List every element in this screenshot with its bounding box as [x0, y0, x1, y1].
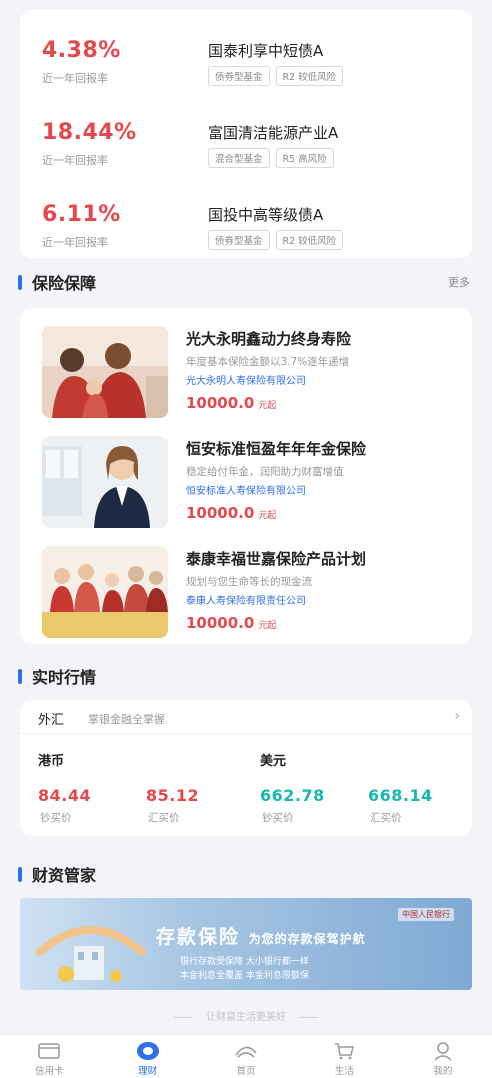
insurance-item[interactable]: 泰康幸福世嘉保险产品计划 规划与您生命等长的现金流 泰康人寿保险有限责任公司 1…	[20, 532, 472, 642]
insurance-item[interactable]: 光大永明鑫动力终身寿险 年度基本保险金额以3.7%逐年递增 光大永明人寿保险有限…	[20, 312, 472, 422]
insurance-name: 光大永明鑫动力终身寿险	[186, 330, 352, 348]
insurance-company: 泰康人寿保险有限责任公司	[186, 596, 306, 607]
market-tab-bar[interactable]: 外汇 掌银金融全掌握 ›	[20, 700, 472, 734]
section-title: 保险保障	[32, 274, 97, 293]
insurance-desc: 规划与您生命等长的现金流	[186, 576, 312, 588]
section-accent-bar	[18, 668, 22, 684]
multigeneration-family-photo	[42, 546, 168, 638]
fund-name: 国投中高等级债A	[208, 206, 324, 224]
fund-type-tag: 债券型基金	[208, 66, 270, 86]
chevron-right-icon[interactable]: ›	[454, 708, 460, 724]
businesswoman-photo	[42, 436, 168, 528]
currency-name-usd: 美元	[260, 754, 287, 769]
hkd-transfer-buy-label: 汇买价	[148, 812, 180, 824]
fund-rate-label: 近一年回报率	[42, 72, 108, 85]
section-title: 财资管家	[32, 866, 97, 885]
wealth-icon	[136, 1041, 160, 1061]
usd-cash-buy-value: 662.78	[260, 786, 325, 805]
fund-risk-tag: R2 较低风险	[275, 230, 344, 250]
insurance-name: 泰康幸福世嘉保险产品计划	[186, 550, 367, 568]
usd-cash-buy-label: 钞买价	[262, 812, 294, 824]
umbrella-house-illustration	[36, 926, 146, 982]
fund-rate: 4.38%	[42, 38, 121, 63]
insurance-item[interactable]: 恒安标准恒盈年年年金保险 稳定给付年金，润阳助力财富增值 恒安标准人寿保险有限公…	[20, 422, 472, 532]
usd-transfer-buy-value: 668.14	[368, 786, 433, 805]
nav-item-home[interactable]: 首页	[197, 1035, 295, 1078]
currency-name-hkd: 港币	[38, 754, 65, 769]
usd-transfer-buy-label: 汇买价	[370, 812, 402, 824]
insurance-company: 光大永明人寿保险有限公司	[186, 376, 306, 387]
cart-icon	[332, 1041, 356, 1061]
nav-label: 信用卡	[34, 1066, 64, 1077]
banner-line-2: 本金利息全覆盖 本金利息限额保	[180, 971, 309, 981]
hkd-cash-buy-value: 84.44	[38, 786, 92, 805]
nav-label: 我的	[433, 1066, 453, 1077]
fund-name: 国泰利享中短债A	[208, 42, 324, 60]
fund-type-tag: 混合型基金	[208, 148, 270, 168]
fund-rate-label: 近一年回报率	[42, 154, 108, 167]
insurance-list-card: 光大永明鑫动力终身寿险 年度基本保险金额以3.7%逐年递增 光大永明人寿保险有限…	[20, 308, 472, 644]
insurance-section-header: 保险保障 更多	[18, 270, 474, 294]
fund-list-card: 4.38% 近一年回报率 国泰利享中短债A 债券型基金 R2 较低风险 18.4…	[20, 10, 472, 258]
market-section-header: 实时行情	[18, 664, 474, 688]
insurance-price: 10000.0 元起	[186, 504, 277, 522]
fund-name: 富国清洁能源产业A	[208, 124, 339, 142]
nav-label: 生活	[334, 1066, 354, 1077]
banner-brand: 中国人民银行	[398, 908, 454, 921]
wealth-section-header: 财资管家	[18, 862, 474, 886]
insurance-price: 10000.0 元起	[186, 394, 277, 412]
market-card: 外汇 掌银金融全掌握 › 港币 美元 84.44 85.12 662.78 66…	[20, 700, 472, 836]
nav-label: 首页	[236, 1066, 256, 1077]
market-subtitle: 掌银金融全掌握	[88, 713, 165, 726]
fund-risk-tag: R5 高风险	[275, 148, 334, 168]
fund-rate-label: 近一年回报率	[42, 236, 108, 249]
fund-rate: 6.11%	[42, 202, 121, 227]
fund-item[interactable]: 4.38% 近一年回报率 国泰利享中短债A 债券型基金 R2 较低风险	[20, 18, 472, 100]
footer-slogan: —— 让财富生活更美好 ——	[172, 1012, 320, 1023]
family-photo	[42, 326, 168, 418]
nav-item-life[interactable]: 生活	[295, 1035, 393, 1078]
fund-type-tag: 债券型基金	[208, 230, 270, 250]
insurance-company: 恒安标准人寿保险有限公司	[186, 486, 306, 497]
hkd-transfer-buy-value: 85.12	[146, 786, 200, 805]
banner-title: 存款保险 为您的存款保驾护航	[156, 926, 366, 948]
card-icon	[37, 1041, 61, 1061]
deposit-insurance-banner[interactable]: 存款保险 为您的存款保驾护航 银行存款受保障 大小银行都一样 本金利息全覆盖 本…	[20, 898, 472, 990]
nav-item-wealth[interactable]: 理财	[98, 1035, 196, 1078]
nav-item-credit-card[interactable]: 信用卡	[0, 1035, 98, 1078]
fund-item[interactable]: 6.11% 近一年回报率 国投中高等级债A 债券型基金 R2 较低风险	[20, 182, 472, 264]
insurance-name: 恒安标准恒盈年年年金保险	[186, 440, 367, 458]
fund-item[interactable]: 18.44% 近一年回报率 富国清洁能源产业A 混合型基金 R5 高风险	[20, 100, 472, 182]
home-icon	[234, 1041, 258, 1061]
tab-forex[interactable]: 外汇	[38, 709, 64, 728]
nav-label: 理财	[138, 1066, 158, 1077]
nav-item-mine[interactable]: 我的	[394, 1035, 492, 1078]
insurance-desc: 稳定给付年金，润阳助力财富增值	[186, 466, 344, 478]
fund-rate: 18.44%	[42, 120, 137, 145]
user-icon	[431, 1041, 455, 1061]
section-accent-bar	[18, 274, 22, 290]
insurance-price: 10000.0 元起	[186, 614, 277, 632]
insurance-desc: 年度基本保险金额以3.7%逐年递增	[186, 356, 350, 368]
hkd-cash-buy-label: 钞买价	[40, 812, 72, 824]
bottom-nav: 信用卡 理财 首页 生活 我的	[0, 1034, 492, 1078]
more-link[interactable]: 更多	[448, 274, 470, 290]
banner-line-1: 银行存款受保障 大小银行都一样	[180, 957, 309, 967]
fund-risk-tag: R2 较低风险	[275, 66, 344, 86]
section-accent-bar	[18, 866, 22, 882]
section-title: 实时行情	[32, 668, 97, 687]
